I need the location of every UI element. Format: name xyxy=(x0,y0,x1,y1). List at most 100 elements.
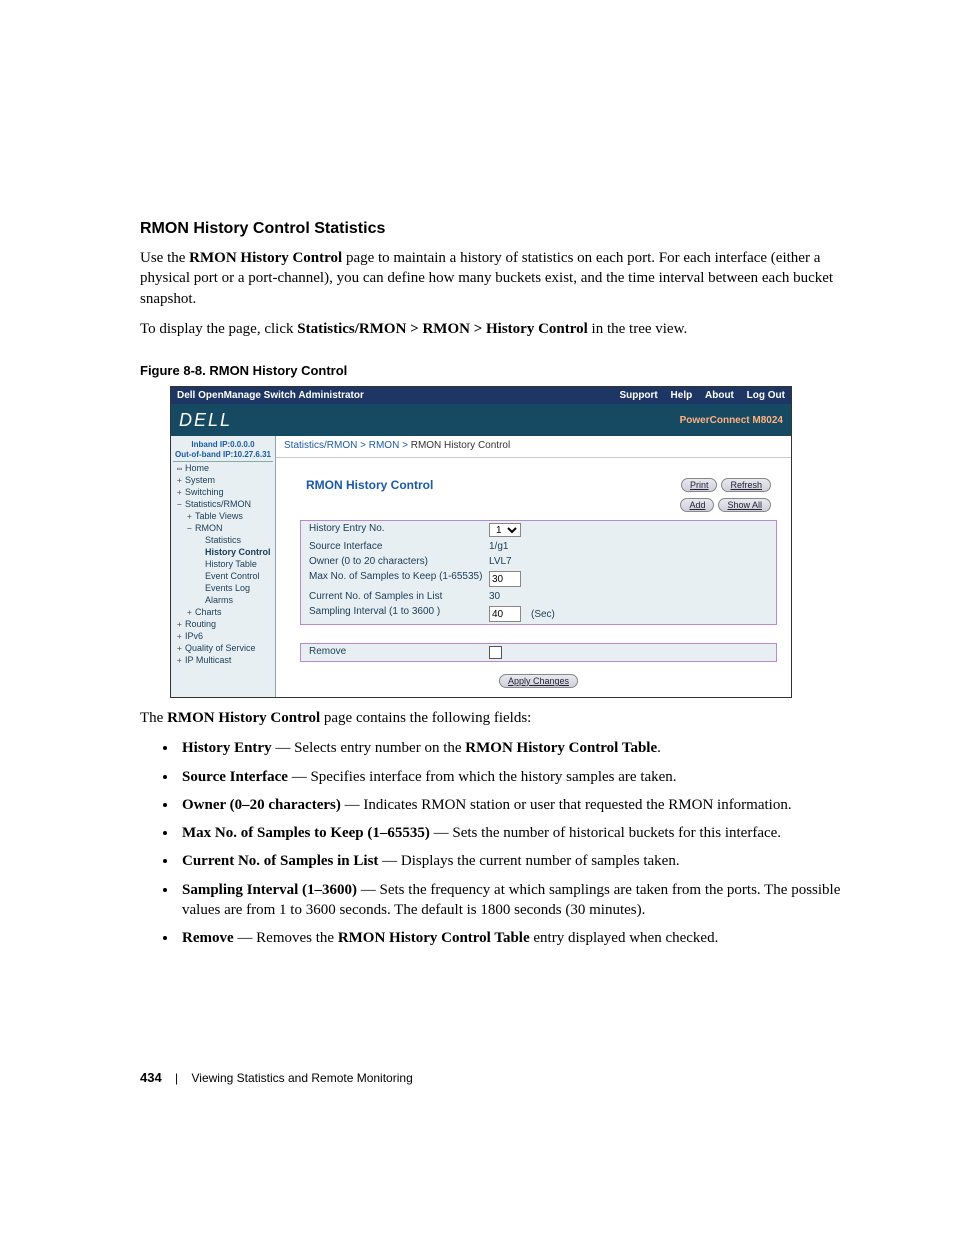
tree-toggle-icon[interactable]: ▭ xyxy=(177,464,185,473)
intro-paragraph-2: To display the page, click Statistics/RM… xyxy=(140,319,874,339)
form-row: Owner (0 to 20 characters)LVL7 xyxy=(301,554,776,569)
panel-title: RMON History Control xyxy=(306,478,433,492)
tree-item-label: Statistics/RMON xyxy=(185,499,251,509)
tree-toggle-icon[interactable]: − xyxy=(187,524,195,533)
para1-pre: Use the xyxy=(140,250,189,266)
field-item: Sampling Interval (1–3600) — Sets the fr… xyxy=(178,880,874,921)
tree-item[interactable]: +IP Multicast xyxy=(173,654,273,666)
breadcrumb-c: RMON History Control xyxy=(411,440,510,451)
tree-toggle-icon[interactable]: − xyxy=(177,500,185,509)
tree-item[interactable]: −Statistics/RMON xyxy=(173,498,273,510)
figure-caption: Figure 8-8. RMON History Control xyxy=(140,363,874,378)
topbar-link-logout[interactable]: Log Out xyxy=(747,390,785,401)
tree-item[interactable]: −RMON xyxy=(173,522,273,534)
ss-topbar: Dell OpenManage Switch Administrator Sup… xyxy=(171,387,791,404)
form-remove-block: Remove xyxy=(300,643,777,662)
tree-item[interactable]: Events Log xyxy=(173,582,273,594)
tree-toggle-icon[interactable]: + xyxy=(177,488,185,497)
tree-item[interactable]: +IPv6 xyxy=(173,630,273,642)
ip-block: Inband IP:0.0.0.0 Out-of-band IP:10.27.6… xyxy=(173,438,273,462)
print-button[interactable]: Print xyxy=(681,478,718,492)
tree-item-label: Home xyxy=(185,463,209,473)
tree-item[interactable]: +Quality of Service xyxy=(173,642,273,654)
para2-pre: To display the page, click xyxy=(140,321,297,337)
tree-item-label: Table Views xyxy=(195,511,243,521)
field-term: Current No. of Samples in List xyxy=(182,853,378,869)
form-value-text: LVL7 xyxy=(489,556,512,567)
numeric-input[interactable] xyxy=(489,606,521,622)
form-row: History Entry No.1 xyxy=(301,521,776,539)
tree-item-label: IP Multicast xyxy=(185,655,231,665)
fields-intro-bold: RMON History Control xyxy=(167,710,320,726)
topbar-link-about[interactable]: About xyxy=(705,390,734,401)
form-label: Source Interface xyxy=(309,541,489,552)
breadcrumb-a[interactable]: Statistics/RMON xyxy=(284,440,357,451)
refresh-button[interactable]: Refresh xyxy=(721,478,771,492)
form-row: Source Interface1/g1 xyxy=(301,539,776,554)
tree-toggle-icon[interactable]: + xyxy=(187,512,195,521)
form-value xyxy=(489,571,768,587)
form-label: Max No. of Samples to Keep (1-65535) xyxy=(309,571,489,587)
form-value-text: 30 xyxy=(489,591,500,602)
field-item: Owner (0–20 characters) — Indicates RMON… xyxy=(178,795,874,815)
field-term: Max No. of Samples to Keep (1–65535) xyxy=(182,825,430,841)
tree-item-label: Statistics xyxy=(205,535,241,545)
tree-item[interactable]: Event Control xyxy=(173,570,273,582)
para1-bold: RMON History Control xyxy=(189,250,342,266)
topbar-link-support[interactable]: Support xyxy=(619,390,657,401)
tree-item[interactable]: +Routing xyxy=(173,618,273,630)
field-item: Current No. of Samples in List — Display… xyxy=(178,851,874,871)
breadcrumb: Statistics/RMON > RMON > RMON History Co… xyxy=(276,436,791,458)
remove-checkbox[interactable] xyxy=(489,646,502,659)
fields-intro-post: page contains the following fields: xyxy=(320,710,531,726)
tree-toggle-icon[interactable]: + xyxy=(177,656,185,665)
form-value: (Sec) xyxy=(489,606,768,622)
field-term: Owner (0–20 characters) xyxy=(182,797,341,813)
footer-sep: | xyxy=(165,1071,188,1085)
add-button[interactable]: Add xyxy=(680,498,714,512)
tree-item[interactable]: History Control xyxy=(173,546,273,558)
tree-item[interactable]: Alarms xyxy=(173,594,273,606)
nav-tree: Inband IP:0.0.0.0 Out-of-band IP:10.27.6… xyxy=(171,436,276,697)
breadcrumb-b[interactable]: RMON xyxy=(369,440,400,451)
history-entry-select[interactable]: 1 xyxy=(489,523,521,537)
topbar-link-help[interactable]: Help xyxy=(671,390,693,401)
unit-label: (Sec) xyxy=(531,609,555,620)
apply-changes-button[interactable]: Apply Changes xyxy=(499,674,578,688)
form-block: History Entry No.1Source Interface1/g1Ow… xyxy=(300,520,777,625)
tree-item[interactable]: +Table Views xyxy=(173,510,273,522)
form-value: LVL7 xyxy=(489,556,768,567)
tree-item-label: Events Log xyxy=(205,583,250,593)
tree-toggle-icon[interactable]: + xyxy=(177,620,185,629)
field-item: History Entry — Selects entry number on … xyxy=(178,738,874,758)
tree-item[interactable]: History Table xyxy=(173,558,273,570)
tree-item-label: History Control xyxy=(205,547,271,557)
tree-item-label: Alarms xyxy=(205,595,233,605)
numeric-input[interactable] xyxy=(489,571,521,587)
tree-toggle-icon[interactable]: + xyxy=(177,644,185,653)
tree-toggle-icon[interactable]: + xyxy=(177,476,185,485)
tree-item[interactable]: ▭Home xyxy=(173,462,273,474)
tree-item-label: Event Control xyxy=(205,571,260,581)
tree-item[interactable]: +System xyxy=(173,474,273,486)
tree-item[interactable]: Statistics xyxy=(173,534,273,546)
ss-topbar-title: Dell OpenManage Switch Administrator xyxy=(177,390,364,401)
form-value: 1/g1 xyxy=(489,541,768,552)
fields-intro: The RMON History Control page contains t… xyxy=(140,708,874,728)
tree-toggle-icon[interactable]: + xyxy=(177,632,185,641)
tree-item-label: Routing xyxy=(185,619,216,629)
ss-content: Statistics/RMON > RMON > RMON History Co… xyxy=(276,436,791,697)
ip-inband: Inband IP:0.0.0.0 xyxy=(191,440,254,449)
model-label: PowerConnect M8024 xyxy=(680,415,783,426)
ss-topbar-links: Support Help About Log Out xyxy=(609,390,785,401)
tree-item[interactable]: +Switching xyxy=(173,486,273,498)
para2-post: in the tree view. xyxy=(588,321,687,337)
tree-item-label: History Table xyxy=(205,559,257,569)
dell-logo: DELL xyxy=(179,410,232,431)
tree-item[interactable]: +Charts xyxy=(173,606,273,618)
showall-button[interactable]: Show All xyxy=(718,498,771,512)
tree-toggle-icon[interactable]: + xyxy=(187,608,195,617)
tree-item-label: Charts xyxy=(195,607,222,617)
field-term: History Entry xyxy=(182,740,272,756)
field-term: Remove xyxy=(182,930,234,946)
